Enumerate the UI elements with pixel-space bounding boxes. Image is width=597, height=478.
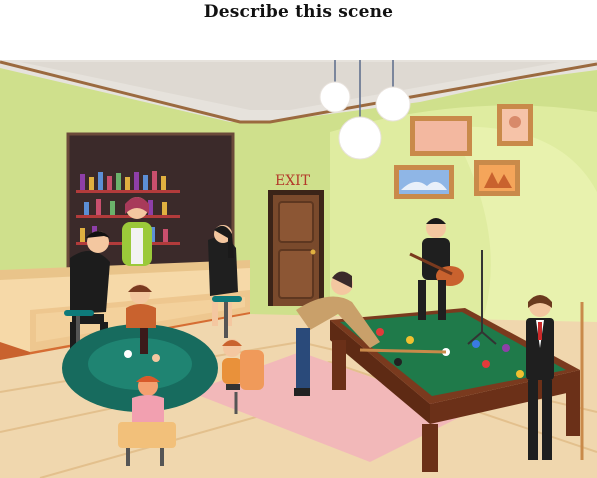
exit-door [268,190,324,306]
bartender [122,197,152,266]
prompt-title: Describe this scene [203,2,394,22]
pub-scene-illustration: EXIT [0,60,597,478]
exit-sign: EXIT [275,173,311,189]
